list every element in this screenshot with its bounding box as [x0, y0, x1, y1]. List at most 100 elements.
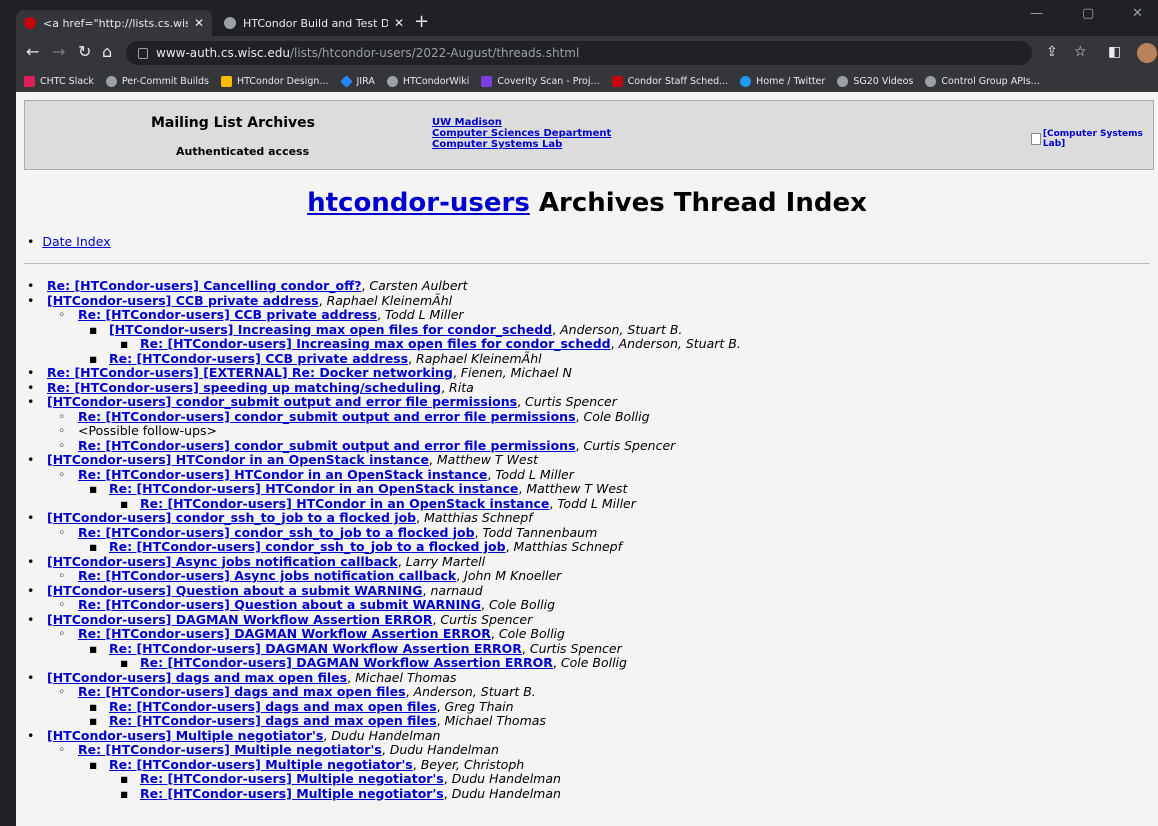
- thread-item: ◦ Re: [HTCondor-users] DAGMAN Workflow As…: [27, 626, 1147, 642]
- bullet-icon: ◦: [58, 597, 66, 612]
- thread-item: ▪ Re: [HTCondor-users] Increasing max ope…: [27, 336, 1147, 352]
- thread-subject-link[interactable]: Re: [HTCondor-users] dags and max open f…: [78, 684, 406, 699]
- bullet-icon: ▪: [89, 481, 98, 496]
- bullet-icon: ▪: [89, 350, 98, 366]
- thread-author: Todd Tannenbaum: [482, 524, 598, 540]
- systems-lab-link[interactable]: Computer Systems Lab: [432, 139, 611, 150]
- profile-avatar[interactable]: [1137, 43, 1157, 63]
- thread-subject-link[interactable]: Re: [HTCondor-users] Cancelling condor_o…: [47, 278, 361, 293]
- thread-subject-link[interactable]: Re: [HTCondor-users] dags and max open f…: [109, 713, 437, 728]
- thread-subject-link[interactable]: [HTCondor-users] Multiple negotiator's: [47, 728, 323, 743]
- thread-subject-link[interactable]: Re: [HTCondor-users] CCB private address: [109, 351, 408, 366]
- new-tab-button[interactable]: +: [414, 12, 429, 32]
- thread-subject-link[interactable]: [HTCondor-users] condor_ssh_to_job to a …: [47, 510, 416, 525]
- thread-subject-link[interactable]: Re: [HTCondor-users] Multiple negotiator…: [78, 742, 382, 757]
- separator: ,: [397, 553, 406, 569]
- bookmark-item[interactable]: HTCondorWiki: [386, 75, 469, 87]
- separator: ,: [517, 394, 526, 409]
- bookmark-item[interactable]: Per-Commit Builds: [105, 75, 209, 87]
- share-icon[interactable]: ⇪: [1046, 44, 1058, 60]
- thread-subject-link[interactable]: Re: [HTCondor-users] HTCondor in an Open…: [140, 496, 549, 511]
- bullet-icon: ▪: [89, 321, 98, 337]
- close-window-button[interactable]: ✕: [1132, 6, 1143, 21]
- bookmark-item[interactable]: Coverity Scan - Proj...: [481, 75, 600, 87]
- thread-subject-link[interactable]: [HTCondor-users] condor_submit output an…: [47, 394, 517, 409]
- thread-subject-link[interactable]: Re: [HTCondor-users] DAGMAN Workflow Ass…: [140, 655, 553, 670]
- thread-subject-link[interactable]: [HTCondor-users] CCB private address: [47, 293, 319, 308]
- thread-author: Todd L Miller: [557, 495, 636, 511]
- thread-author: narnaud: [430, 582, 483, 598]
- bookmark-item[interactable]: CHTC Slack: [24, 75, 94, 87]
- minimize-button[interactable]: —: [1030, 6, 1043, 21]
- followup-note: <Possible follow-ups>: [78, 423, 218, 438]
- page-title: htcondor-users Archives Thread Index: [16, 188, 1158, 218]
- address-bar[interactable]: www-auth.cs.wisc.edu/lists/htcondor-user…: [126, 41, 1032, 65]
- thread-subject-link[interactable]: Re: [HTCondor-users] condor_ssh_to_job t…: [109, 539, 506, 554]
- thread-item: ◦ Re: [HTCondor-users] condor_submit outp…: [27, 409, 1147, 425]
- bookmark-star-icon[interactable]: ☆: [1074, 44, 1087, 60]
- thread-subject-link[interactable]: [HTCondor-users] HTCondor in an OpenStac…: [47, 452, 429, 467]
- thread-subject-link[interactable]: Re: [HTCondor-users] CCB private address: [78, 307, 377, 322]
- thread-subject-link[interactable]: Re: [HTCondor-users] Question about a su…: [78, 597, 481, 612]
- thread-item: • [HTCondor-users] Multiple negotiator's,…: [27, 728, 1147, 744]
- tab-dashboard[interactable]: HTCondor Build and Test Dashbo ✕: [216, 10, 412, 36]
- thread-item: ▪ Re: [HTCondor-users] DAGMAN Workflow As…: [27, 655, 1147, 671]
- systems-lab-image[interactable]: [Computer Systems Lab]: [1031, 129, 1153, 149]
- image-alt-text: [Computer Systems Lab]: [1042, 129, 1143, 149]
- thread-subject-link[interactable]: Re: [HTCondor-users] [EXTERNAL] Re: Dock…: [47, 365, 453, 380]
- thread-subject-link[interactable]: Re: [HTCondor-users] condor_submit outpu…: [78, 409, 576, 424]
- thread-subject-link[interactable]: Re: [HTCondor-users] HTCondor in an Open…: [78, 467, 487, 482]
- close-tab-icon[interactable]: ✕: [394, 16, 404, 30]
- thread-subject-link[interactable]: Re: [HTCondor-users] Async jobs notifica…: [78, 568, 456, 583]
- thread-item: • [HTCondor-users] HTCondor in an OpenSta…: [27, 452, 1147, 468]
- thread-author: Dudu Handelman: [451, 771, 561, 786]
- thread-subject-link[interactable]: [HTCondor-users] dags and max open files: [47, 670, 347, 685]
- close-tab-icon[interactable]: ✕: [194, 16, 204, 30]
- bookmark-item[interactable]: Home / Twitter: [740, 75, 825, 87]
- list-name-link[interactable]: htcondor-users: [307, 188, 530, 218]
- side-panel-icon[interactable]: ◧: [1108, 44, 1121, 60]
- separator: ,: [412, 756, 421, 772]
- thread-subject-link[interactable]: Re: [HTCondor-users] speeding up matchin…: [47, 380, 441, 395]
- thread-subject-link[interactable]: Re: [HTCondor-users] condor_submit outpu…: [78, 438, 576, 453]
- url-host: www-auth.cs.wisc.edu: [156, 46, 290, 60]
- bookmark-item[interactable]: JIRA: [339, 74, 375, 88]
- lock-icon[interactable]: [138, 47, 148, 59]
- thread-subject-link[interactable]: Re: [HTCondor-users] Multiple negotiator…: [109, 757, 413, 772]
- thread-subject-link[interactable]: Re: [HTCondor-users] Multiple negotiator…: [140, 771, 444, 786]
- thread-subject-link[interactable]: [HTCondor-users] DAGMAN Workflow Asserti…: [47, 612, 432, 627]
- thread-subject-link[interactable]: Re: [HTCondor-users] DAGMAN Workflow Ass…: [109, 641, 522, 656]
- thread-subject-link[interactable]: [HTCondor-users] Async jobs notification…: [47, 554, 398, 569]
- bookmark-item[interactable]: SG20 Videos: [837, 75, 913, 87]
- bookmark-item[interactable]: Condor Staff Sched...: [611, 75, 728, 87]
- bullet-icon: ◦: [58, 423, 66, 438]
- uw-favicon-icon: [24, 17, 36, 29]
- back-arrow-icon[interactable]: ←: [26, 42, 39, 62]
- thread-subject-link[interactable]: Re: [HTCondor-users] condor_ssh_to_job t…: [78, 525, 475, 540]
- bookmark-item[interactable]: HTCondor Design...: [221, 75, 329, 87]
- forward-arrow-icon[interactable]: →: [52, 42, 65, 62]
- maximize-button[interactable]: ▢: [1082, 6, 1094, 21]
- thread-author: Matthias Schnepf: [424, 510, 533, 525]
- thread-item: ▪ Re: [HTCondor-users] Multiple negotiato…: [27, 786, 1147, 802]
- thread-subject-link[interactable]: [HTCondor-users] Question about a submit…: [47, 583, 423, 598]
- home-icon[interactable]: ⌂: [102, 42, 112, 62]
- date-index-link[interactable]: Date Index: [42, 234, 110, 249]
- bullet-icon: •: [27, 669, 35, 685]
- cs-department-link[interactable]: Computer Sciences Department: [432, 128, 611, 139]
- separator: ,: [416, 510, 425, 525]
- thread-subject-link[interactable]: Re: [HTCondor-users] DAGMAN Workflow Ass…: [78, 626, 491, 641]
- bookmark-item[interactable]: Control Group APIs...: [925, 75, 1040, 87]
- reload-icon[interactable]: ↻: [78, 42, 91, 62]
- thread-author: Curtis Spencer: [529, 640, 622, 656]
- thread-subject-link[interactable]: Re: [HTCondor-users] dags and max open f…: [109, 699, 437, 714]
- thread-subject-link[interactable]: Re: [HTCondor-users] Multiple negotiator…: [140, 786, 444, 801]
- tab-threads[interactable]: <a href="http://lists.cs.wisc.edu/ ✕: [16, 10, 212, 36]
- thread-subject-link[interactable]: Re: [HTCondor-users] Increasing max open…: [140, 336, 611, 351]
- bullet-icon: ▪: [89, 713, 98, 728]
- separator: ,: [474, 524, 483, 540]
- uw-madison-link[interactable]: UW Madison: [432, 117, 611, 128]
- thread-subject-link[interactable]: Re: [HTCondor-users] HTCondor in an Open…: [109, 481, 518, 496]
- thread-subject-link[interactable]: [HTCondor-users] Increasing max open fil…: [109, 322, 552, 337]
- thread-item: • [HTCondor-users] CCB private address, R…: [27, 293, 1147, 309]
